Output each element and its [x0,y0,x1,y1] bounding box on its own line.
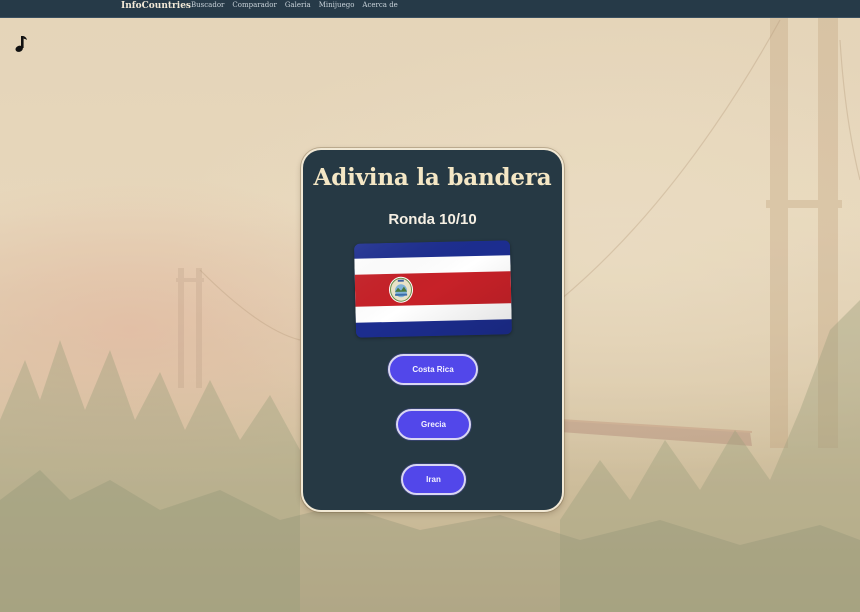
answer-button-iran[interactable]: Iran [401,464,466,495]
music-note-icon[interactable] [13,35,29,53]
nav-link-acerca-de[interactable]: Acerca de [362,0,397,11]
game-card: Adivina la bandera Ronda 10/10 Costa Ric… [301,148,564,512]
answer-button-costa-rica[interactable]: Costa Rica [388,354,478,385]
nav-link-galeria[interactable]: Galeria [285,0,311,11]
nav-links: Buscador Comparador Galeria Minijuego Ac… [191,0,398,11]
nav-link-minijuego[interactable]: Minijuego [319,0,355,11]
nav-link-buscador[interactable]: Buscador [191,0,224,11]
round-counter: Ronda 10/10 [388,211,477,228]
top-navbar: InfoCountries Buscador Comparador Galeri… [0,0,860,18]
game-title: Adivina la bandera [313,164,552,191]
answer-button-grecia[interactable]: Grecia [396,409,471,440]
nav-link-comparador[interactable]: Comparador [232,0,276,11]
brand-logo[interactable]: InfoCountries [121,0,191,12]
costa-rica-flag-image [353,240,513,338]
